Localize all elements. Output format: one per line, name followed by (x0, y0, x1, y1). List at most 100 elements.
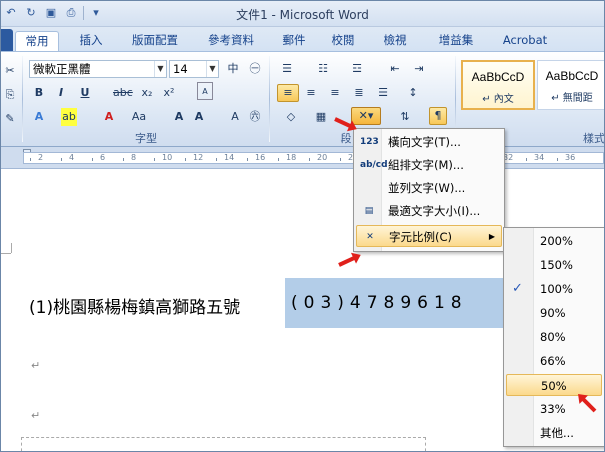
styles-group-label: 樣式 (583, 132, 605, 145)
scale-option-100[interactable]: ✓ 100% (506, 278, 602, 300)
highlight-icon[interactable]: ab (61, 108, 77, 126)
menu-item-label: 66% (540, 354, 566, 368)
title-bar: ↶ ↻ ▣ ⎙ ▾ 文件1 - Microsoft Word (1, 1, 604, 27)
menu-item-horizontal-in-vertical[interactable]: 123 橫向文字(T)... (356, 131, 502, 153)
tab-references[interactable]: 參考資料 (201, 31, 261, 51)
tab-view[interactable]: 檢視 (379, 31, 411, 51)
underline-button[interactable]: U (77, 84, 93, 102)
align-left-button[interactable]: ≡ (277, 84, 299, 102)
menu-item-character-scale[interactable]: ✕ 字元比例(C) ▶ (356, 225, 502, 247)
ruler-number: 18 (286, 153, 297, 162)
decrease-indent-icon[interactable]: ⇤ (387, 60, 403, 78)
shrink-font-icon[interactable]: A (191, 108, 207, 126)
char-shading-icon[interactable]: A (227, 108, 243, 126)
text-effect-icon[interactable]: A (31, 108, 47, 126)
style-normal[interactable]: AaBbCcD ↵ 內文 (461, 60, 535, 110)
scale-option-other[interactable]: 其他... (506, 422, 602, 444)
scale-option-50[interactable]: 50% (506, 374, 602, 396)
selected-phone-text: (03)4789618 (291, 293, 468, 313)
ruler-number: 8 (131, 153, 137, 162)
menu-item-label: 33% (540, 402, 566, 416)
font-name-combo[interactable]: 微軟正黑體 ▼ (29, 60, 167, 78)
ruler-number: 6 (100, 153, 106, 162)
subscript-button[interactable]: x₂ (139, 84, 155, 102)
style-name: ↵ 無間距 (551, 93, 593, 104)
italic-button[interactable]: I (53, 84, 69, 102)
increase-indent-icon[interactable]: ⇥ (411, 60, 427, 78)
justify-button[interactable]: ≣ (351, 84, 367, 102)
tab-addins[interactable]: 增益集 (433, 31, 479, 51)
font-size-combo[interactable]: 14 ▼ (169, 60, 219, 78)
ruler-tick (123, 158, 124, 161)
menu-item-label: 50% (541, 379, 567, 393)
asian-layout-menu: 123 橫向文字(T)... ab/cd 組排文字(M)... 並列文字(W).… (353, 128, 505, 252)
menu-item-combine-chars[interactable]: ab/cd 組排文字(M)... (356, 154, 502, 176)
sort-icon[interactable]: ⇅ (397, 108, 413, 126)
menu-item-label: 其他... (540, 426, 574, 440)
grow-font-icon[interactable]: A (171, 108, 187, 126)
ruler-tick (526, 158, 527, 161)
tab-review[interactable]: 校閱 (327, 31, 359, 51)
text-boundary (21, 437, 426, 451)
scale-option-80[interactable]: 80% (506, 326, 602, 348)
char-border-icon[interactable]: ㊅ (247, 108, 263, 126)
text-selection[interactable]: (03)4789618 (285, 278, 510, 328)
ruler-tick (154, 158, 155, 161)
ruler-number: 20 (317, 153, 328, 162)
font-color-icon[interactable]: A (101, 108, 117, 126)
ruler-tick (216, 158, 217, 161)
tab-page-layout[interactable]: 版面配置 (125, 31, 185, 51)
align-right-button[interactable]: ≡ (327, 84, 343, 102)
ruler-tick (185, 158, 186, 161)
phonetic-guide-icon[interactable]: 中 (225, 60, 241, 78)
tab-file[interactable] (1, 29, 13, 51)
bold-button[interactable]: B (31, 84, 47, 102)
change-case-icon[interactable]: Aa (131, 108, 147, 126)
fit-text-icon: ▤ (364, 206, 374, 216)
strikethrough-button[interactable]: abc (113, 84, 133, 102)
group-separator (22, 56, 23, 142)
menu-item-two-lines-in-one[interactable]: 並列文字(W)... (356, 177, 502, 199)
ruler-number: 34 (534, 153, 545, 162)
line-spacing-icon[interactable]: ↕ (405, 84, 421, 102)
superscript-button[interactable]: x² (161, 84, 177, 102)
menu-item-fit-text[interactable]: ▤ 最適文字大小(I)... (356, 200, 502, 222)
scale-option-90[interactable]: 90% (506, 302, 602, 324)
ruler-tick (309, 158, 310, 161)
enclose-char-icon[interactable]: ㊀ (247, 60, 263, 78)
ruler-tick (92, 158, 93, 161)
chevron-down-icon[interactable]: ▼ (154, 61, 166, 77)
distributed-button[interactable]: ☰ (375, 84, 391, 102)
menu-item-label: 並列文字(W)... (388, 181, 466, 195)
numbering-icon[interactable]: ☷ (315, 60, 331, 78)
multilevel-list-icon[interactable]: ☲ (349, 60, 365, 78)
ribbon: ✂ ⎘ ✎ 微軟正黑體 ▼ 14 ▼ 中 ㊀ B I U abc x₂ x² A… (1, 51, 604, 147)
style-no-spacing[interactable]: AaBbCcD ↵ 無間距 (537, 60, 604, 110)
check-icon: ✓ (512, 281, 523, 296)
tab-acrobat[interactable]: Acrobat (497, 31, 553, 51)
cut-icon[interactable]: ✂ (2, 62, 18, 80)
ruler-number: 12 (193, 153, 204, 162)
chevron-down-icon[interactable]: ▼ (206, 61, 218, 77)
style-sample: AaBbCcD (471, 70, 525, 84)
format-painter-icon[interactable]: ✎ (2, 110, 18, 128)
scale-option-66[interactable]: 66% (506, 350, 602, 372)
ruler-tick (61, 158, 62, 161)
tab-mailings[interactable]: 郵件 (279, 31, 309, 51)
borders-icon[interactable]: ▦ (313, 108, 329, 126)
clear-format-icon[interactable]: A (197, 82, 213, 100)
character-scale-menu: 200% 150% ✓ 100% 90% 80% 66% 50% 33% 其他.… (503, 227, 604, 447)
two-lines-icon (360, 180, 378, 196)
address-line: (1)桃園縣楊梅鎮高獅路五號 (29, 298, 241, 318)
window-title: 文件1 - Microsoft Word (236, 8, 369, 22)
align-center-button[interactable]: ≡ (303, 84, 319, 102)
scale-option-150[interactable]: 150% (506, 254, 602, 276)
shading-icon[interactable]: ◇ (283, 108, 299, 126)
tab-insert[interactable]: 插入 (75, 31, 107, 51)
ruler-tick (247, 158, 248, 161)
bullets-icon[interactable]: ☰ (279, 60, 295, 78)
tab-home[interactable]: 常用 (15, 31, 59, 52)
copy-icon[interactable]: ⎘ (2, 86, 18, 104)
scale-option-200[interactable]: 200% (506, 230, 602, 252)
show-marks-button[interactable]: ¶ (429, 107, 447, 125)
